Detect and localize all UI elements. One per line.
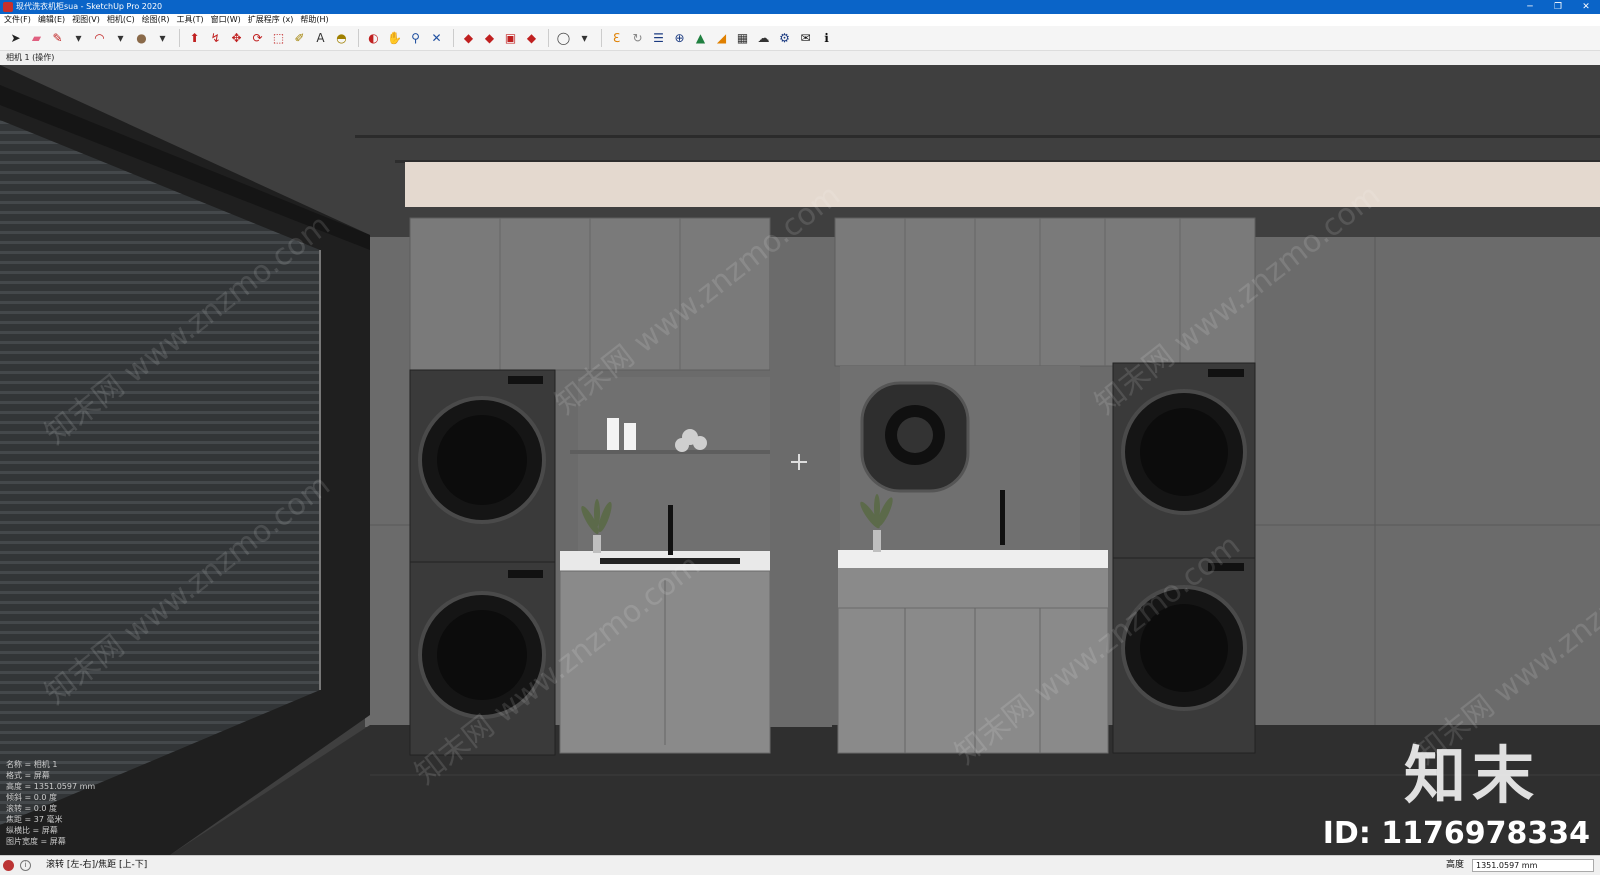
info-line: 纵横比 = 屏幕 [6, 826, 58, 835]
select-icon[interactable]: ➤ [6, 29, 25, 48]
scale-icon[interactable]: ⬚ [269, 29, 288, 48]
info-line: 名称 = 相机 1 [6, 760, 58, 769]
menu-tools[interactable]: 工具(T) [177, 14, 204, 26]
settings-icon[interactable]: ⚙ [775, 29, 794, 48]
rotate-icon[interactable]: ⟳ [248, 29, 267, 48]
title-bar: 现代洗衣机柜sua - SketchUp Pro 2020 ─ ❐ ✕ [0, 0, 1600, 14]
menu-help[interactable]: 帮助(H) [300, 14, 328, 26]
scene-tab[interactable]: 相机 1 (操作) [6, 53, 54, 62]
model-viewport[interactable]: 知末网 www.znzmo.com 知末网 www.znzmo.com 知末网 … [0, 65, 1600, 855]
crosshair-cursor-icon [791, 454, 807, 470]
toolbar-separator [179, 29, 180, 47]
pencil-icon[interactable]: ✎ [48, 29, 67, 48]
tape-measure-icon[interactable]: ✐ [290, 29, 309, 48]
menu-view[interactable]: 视图(V) [72, 14, 100, 26]
plugin-list-icon[interactable]: ☰ [649, 29, 668, 48]
menu-camera[interactable]: 相机(C) [107, 14, 135, 26]
info-line: 焦距 = 37 毫米 [6, 815, 63, 824]
refresh-icon[interactable]: ↻ [628, 29, 647, 48]
left-shelf [570, 450, 770, 454]
info-line: 倾斜 = 0.0 度 [6, 793, 58, 802]
text-icon[interactable]: A [311, 29, 330, 48]
soap-bottle [607, 418, 619, 450]
zoom-icon[interactable]: ⚲ [406, 29, 425, 48]
terrain-icon[interactable]: ◢ [712, 29, 731, 48]
orbit-icon[interactable]: ◐ [364, 29, 383, 48]
info-line: 高度 = 1351.0597 mm [6, 782, 96, 791]
extension-manager-icon[interactable]: ◆ [522, 29, 541, 48]
status-bar: i 滚转 [左-右]/焦距 [上-下] 高度 1351.0597 mm [0, 855, 1600, 875]
info-line: 图片宽度 = 屏幕 [6, 837, 66, 846]
checker-icon[interactable]: ▦ [733, 29, 752, 48]
soap-bottle [624, 423, 636, 450]
toolbar-separator [358, 29, 359, 47]
maximize-button[interactable]: ❐ [1544, 0, 1572, 14]
info-line: 滚转 = 0.0 度 [6, 804, 58, 813]
paint-bucket-icon[interactable]: ◓ [332, 29, 351, 48]
menu-bar: 文件(F) 编辑(E) 视图(V) 相机(C) 绘图(R) 工具(T) 窗口(W… [0, 14, 1600, 26]
dropdown-icon[interactable]: ▾ [69, 29, 88, 48]
mail-icon[interactable]: ✉ [796, 29, 815, 48]
menu-file[interactable]: 文件(F) [4, 14, 31, 26]
info-line: 格式 = 屏幕 [6, 771, 50, 780]
layout-icon[interactable]: ▣ [501, 29, 520, 48]
warehouse-icon[interactable]: ◆ [459, 29, 478, 48]
right-faucet [1000, 490, 1005, 545]
measurement-label: 高度 [1446, 860, 1465, 870]
camera-info-overlay: 名称 = 相机 1 格式 = 屏幕 高度 = 1351.0597 mm 倾斜 =… [6, 759, 95, 847]
scene-tab-bar: 相机 1 (操作) [0, 51, 1600, 65]
help-icon[interactable]: i [20, 860, 31, 871]
eraser-icon[interactable]: ▰ [27, 29, 46, 48]
pan-icon[interactable]: ✋ [385, 29, 404, 48]
circle-icon[interactable]: ● [132, 29, 151, 48]
dropdown-icon[interactable]: ▾ [575, 29, 594, 48]
close-button[interactable]: ✕ [1572, 0, 1600, 14]
menu-draw[interactable]: 绘图(R) [142, 14, 170, 26]
watermark-brand: 知末 [1403, 739, 1540, 812]
arc-icon[interactable]: ◠ [90, 29, 109, 48]
toolbar-separator [548, 29, 549, 47]
window-title: 现代洗衣机柜sua - SketchUp Pro 2020 [16, 2, 163, 11]
measurement-input[interactable]: 1351.0597 mm [1472, 859, 1594, 872]
toolbar-separator [601, 29, 602, 47]
dropdown-icon[interactable]: ▾ [111, 29, 130, 48]
tree-icon[interactable]: ▲ [691, 29, 710, 48]
extension-warehouse-icon[interactable]: ◆ [480, 29, 499, 48]
move-icon[interactable]: ✥ [227, 29, 246, 48]
plugin-e-icon[interactable]: ℇ [607, 29, 626, 48]
ceiling-light-strip [405, 162, 1600, 207]
right-countertop [838, 550, 1108, 568]
add-icon[interactable]: ⊕ [670, 29, 689, 48]
sketchup-logo-icon [3, 2, 13, 12]
menu-extensions[interactable]: 扩展程序 (x) [248, 14, 294, 26]
left-niche-wall [578, 377, 770, 557]
follow-me-icon[interactable]: ↯ [206, 29, 225, 48]
cloud-upload-icon[interactable]: ☁ [754, 29, 773, 48]
dropdown-icon[interactable]: ▾ [153, 29, 172, 48]
geo-location-icon[interactable] [3, 860, 14, 871]
push-pull-icon[interactable]: ⬆ [185, 29, 204, 48]
minimize-button[interactable]: ─ [1516, 0, 1544, 14]
status-hint: 滚转 [左-右]/焦距 [上-下] [46, 860, 148, 870]
account-icon[interactable]: ◯ [554, 29, 573, 48]
main-toolbar: ➤ ▰ ✎ ▾ ◠ ▾ ● ▾ ⬆ ↯ ✥ ⟳ ⬚ ✐ A ◓ ◐ ✋ ⚲ ✕ ◆ ◆ ▣ ◆ ◯ ▾ ℇ ↻ ☰ ⊕ ▲ ◢ ▦ ☁ ⚙ ✉ ℹ [0, 26, 1600, 51]
watermark-id: ID: 1176978334 [1322, 816, 1590, 851]
toolbar-separator [453, 29, 454, 47]
menu-window[interactable]: 窗口(W) [211, 14, 241, 26]
menu-edit[interactable]: 编辑(E) [38, 14, 65, 26]
zoom-extents-icon[interactable]: ✕ [427, 29, 446, 48]
info-icon[interactable]: ℹ [817, 29, 836, 48]
